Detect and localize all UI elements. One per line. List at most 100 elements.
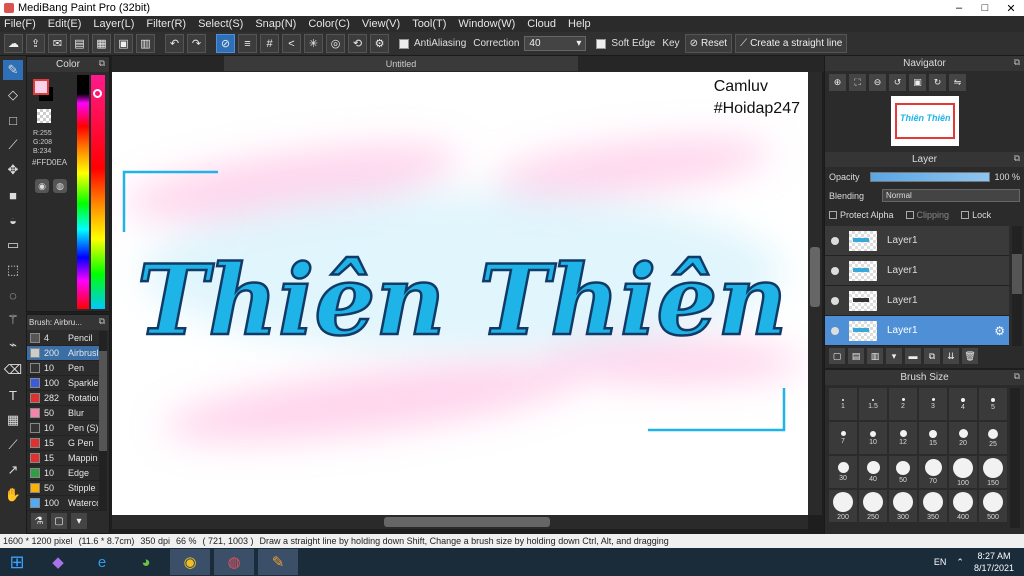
zoom-out-icon[interactable]: ⊖ (869, 74, 886, 91)
rotate-left-icon[interactable]: ↺ (889, 74, 906, 91)
brush-size-cell[interactable]: 70 (919, 456, 947, 488)
brush-size-cell[interactable]: 5 (979, 388, 1007, 420)
palette-icon[interactable]: ◉ (35, 179, 49, 193)
duplicate-layer-icon[interactable]: ⧉ (924, 348, 940, 364)
eraser-tool-icon[interactable]: ◇ (3, 85, 23, 105)
brush-item[interactable]: 10 Pen (27, 361, 99, 376)
fill-shape-tool-icon[interactable]: ■ (3, 185, 23, 205)
brush-item[interactable]: 10 Pen (S) (27, 421, 99, 436)
delete-layer-icon[interactable]: 🗑 (962, 348, 978, 364)
brush-size-cell[interactable]: 3 (919, 388, 947, 420)
gear-icon[interactable]: ⚙ (994, 324, 1005, 338)
divide-tool-icon[interactable]: ▦ (3, 410, 23, 430)
menu-edit[interactable]: Edit(E) (48, 18, 82, 30)
close-button[interactable]: ✕ (998, 0, 1024, 16)
cross-snap-icon[interactable]: # (260, 34, 279, 53)
circle-snap-icon[interactable]: ◎ (326, 34, 345, 53)
pen-tool-icon[interactable]: ⟋ (3, 135, 23, 155)
correction-select[interactable]: 40 ▾ (524, 36, 587, 51)
canvas-vertical-scrollbar[interactable] (808, 72, 822, 515)
brush-item[interactable]: 4 Pencil (27, 331, 99, 346)
visibility-icon[interactable] (831, 296, 839, 305)
lasso-tool-icon[interactable]: ◌ (3, 285, 23, 305)
grid-icon[interactable]: ▣ (114, 34, 133, 53)
visibility-icon[interactable] (831, 236, 839, 245)
maximize-button[interactable]: □ (972, 0, 998, 16)
menu-window[interactable]: Window(W) (458, 18, 515, 30)
opacity-slider[interactable] (869, 171, 991, 182)
soft-edge-checkbox[interactable] (596, 38, 607, 49)
undo-icon[interactable]: ↶ (165, 34, 184, 53)
brush-size-cell[interactable]: 350 (919, 490, 947, 522)
brush-tool-icon[interactable]: ✎ (3, 60, 23, 80)
visual-studio-icon[interactable]: ◆ (38, 549, 78, 575)
brush-scrollbar[interactable] (99, 331, 107, 511)
coccoc-browser-icon[interactable]: ◕ (126, 549, 166, 575)
brush-size-cell[interactable]: 100 (949, 456, 977, 488)
float-panel-icon[interactable]: ⧉ (1014, 371, 1020, 382)
primary-color-swatch[interactable] (33, 79, 49, 95)
comment-icon[interactable]: ✉ (48, 34, 67, 53)
select-pen-tool-icon[interactable]: ⌁ (3, 335, 23, 355)
menu-color[interactable]: Color(C) (308, 18, 350, 30)
rotate-right-icon[interactable]: ↻ (929, 74, 946, 91)
canvas-horizontal-scrollbar[interactable] (112, 515, 808, 529)
straight-line-button[interactable]: ⟋ Create a straight line (735, 34, 848, 53)
hand-tool-icon[interactable]: ✋ (3, 485, 23, 505)
cloud-icon[interactable]: ☁ (4, 34, 23, 53)
zoom-in-icon[interactable]: ⊕ (829, 74, 846, 91)
reset-button[interactable]: ⊘ Reset (684, 34, 733, 53)
menu-filter[interactable]: Filter(R) (146, 18, 186, 30)
brush-menu-icon[interactable]: ▾ (71, 513, 87, 529)
brush-size-cell[interactable]: 400 (949, 490, 977, 522)
brush-size-cell[interactable]: 12 (889, 422, 917, 454)
radial-snap-icon[interactable]: ✳ (304, 34, 323, 53)
menu-help[interactable]: Help (568, 18, 591, 30)
brush-size-cell[interactable]: 150 (979, 456, 1007, 488)
document-icon[interactable]: ▦ (92, 34, 111, 53)
add-8bit-layer-icon[interactable]: ▥ (867, 348, 883, 364)
share-icon[interactable]: ⇪ (26, 34, 45, 53)
float-panel-icon[interactable]: ⧉ (1014, 153, 1020, 164)
hue-slider-handle[interactable] (93, 89, 102, 98)
select-eraser-tool-icon[interactable]: ⌫ (3, 360, 23, 380)
menu-file[interactable]: File(F) (4, 18, 36, 30)
brush-size-cell[interactable]: 10 (859, 422, 887, 454)
brush-item[interactable]: 15 Mapping (27, 451, 99, 466)
folder-icon[interactable]: ▬ (905, 348, 921, 364)
brush-size-cell[interactable]: 25 (979, 422, 1007, 454)
brush-size-cell[interactable]: 500 (979, 490, 1007, 522)
brush-size-cell[interactable]: 300 (889, 490, 917, 522)
move-tool-icon[interactable]: ✥ (3, 160, 23, 180)
copy-brush-icon[interactable]: ▢ (51, 513, 67, 529)
actual-size-icon[interactable]: ▣ (909, 74, 926, 91)
snap-settings-icon[interactable]: ⚙ (370, 34, 389, 53)
layer-scrollbar[interactable] (1012, 226, 1022, 346)
antialiasing-checkbox[interactable] (399, 38, 409, 49)
menu-layer[interactable]: Layer(L) (93, 18, 134, 30)
parallel-snap-icon[interactable]: ≡ (238, 34, 257, 53)
transparent-swatch[interactable] (37, 109, 51, 123)
color-gradient-bar[interactable] (77, 75, 89, 309)
brush-size-scrollbar[interactable] (1010, 388, 1020, 528)
text-tool-icon[interactable]: T (3, 385, 23, 405)
fit-icon[interactable]: ⛶ (849, 74, 866, 91)
select-tool-icon[interactable]: ⬚ (3, 260, 23, 280)
brush-item[interactable]: 50 Blur (27, 406, 99, 421)
medibang-icon[interactable]: ◍ (214, 549, 254, 575)
eyedropper-tool-icon[interactable]: ⟋ (3, 435, 23, 455)
document-tab[interactable]: Untitled (224, 56, 578, 71)
brush-size-cell[interactable]: 200 (829, 490, 857, 522)
paint-icon[interactable]: ✎ (258, 549, 298, 575)
brush-size-cell[interactable]: 50 (889, 456, 917, 488)
color-wheel-icon[interactable]: ◍ (53, 179, 67, 193)
chevron-up-icon[interactable]: ⌃ (956, 557, 964, 568)
brush-size-cell[interactable]: 20 (949, 422, 977, 454)
blending-select[interactable]: Normal (882, 189, 1020, 202)
menu-cloud[interactable]: Cloud (527, 18, 556, 30)
brush-item-selected[interactable]: 200 Airbrush (27, 346, 99, 361)
brush-size-cell[interactable]: 2 (889, 388, 917, 420)
float-panel-icon[interactable]: ⧉ (99, 58, 105, 69)
layer-menu-icon[interactable]: ▾ (886, 348, 902, 364)
merge-down-icon[interactable]: ⇊ (943, 348, 959, 364)
